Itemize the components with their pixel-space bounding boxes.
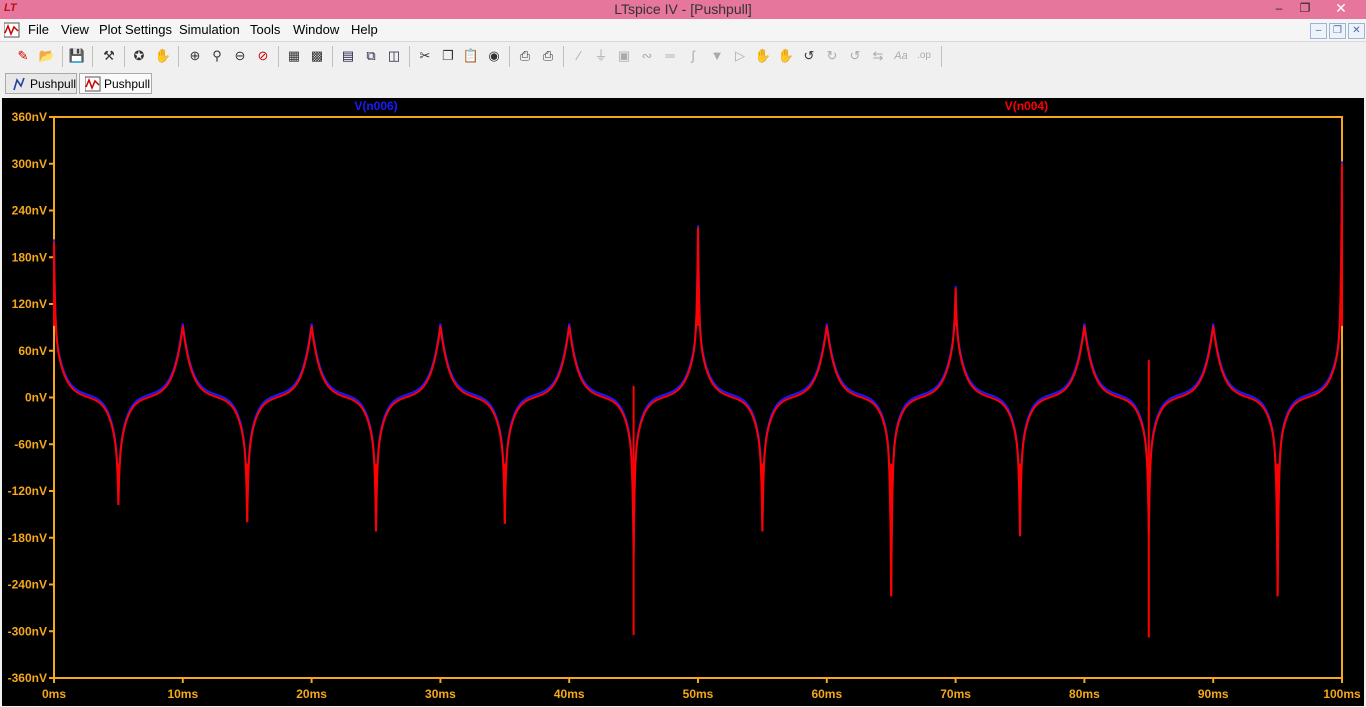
- copy-icon[interactable]: ❐: [439, 47, 457, 65]
- inductor-icon[interactable]: ∫: [684, 47, 702, 65]
- y-tick-label: -60nV: [14, 437, 47, 451]
- y-tick-label: 120nV: [12, 297, 47, 311]
- toolbar: ✎ 📂 💾 ⚒ ✪ ✋ ⊕ ⚲ ⊖ ⊘ ▦ ▩ ▤ ⧉ ◫ ✂ ❐ 📋 ◉ ⎙ …: [0, 41, 1366, 72]
- cut-icon[interactable]: ✂: [416, 47, 434, 65]
- title-bar: LT LTspice IV - [Pushpull] – ❐ ✕: [0, 0, 1366, 19]
- save-icon[interactable]: 💾: [68, 47, 86, 65]
- print-setup-icon[interactable]: ⎙: [516, 47, 534, 65]
- waveform-icon: [85, 76, 101, 92]
- redo-icon[interactable]: ↻: [823, 47, 841, 65]
- y-tick-label: -360nV: [8, 671, 47, 685]
- autorange-icon[interactable]: ▦: [285, 47, 303, 65]
- spice-directive-icon[interactable]: .op: [915, 47, 933, 65]
- x-tick-label: 50ms: [683, 687, 714, 701]
- document-tab-bar: Pushpull Pushpull: [0, 71, 1366, 96]
- y-tick-label: -180nV: [8, 531, 47, 545]
- y-tick-label: 360nV: [12, 110, 47, 124]
- menu-help[interactable]: Help: [351, 22, 378, 37]
- control-panel-icon[interactable]: ⚒: [100, 47, 118, 65]
- mdi-minimize-button[interactable]: –: [1310, 23, 1327, 39]
- open-folder-icon[interactable]: 📂: [38, 47, 56, 65]
- zoom-full-icon[interactable]: ⊘: [254, 47, 272, 65]
- cascade-icon[interactable]: ⧉: [362, 47, 380, 65]
- x-tick-label: 70ms: [940, 687, 971, 701]
- rotate-icon[interactable]: ↺: [846, 47, 864, 65]
- resistor-icon[interactable]: ∾: [638, 47, 656, 65]
- menu-view[interactable]: View: [61, 22, 89, 37]
- paste-icon[interactable]: 📋: [462, 47, 480, 65]
- zoom-area-icon[interactable]: ⚲: [208, 47, 226, 65]
- x-tick-label: 30ms: [425, 687, 456, 701]
- tab-waveform-pushpull[interactable]: Pushpull: [79, 73, 152, 94]
- y-tick-label: 240nV: [12, 204, 47, 218]
- menu-simulation[interactable]: Simulation: [179, 22, 240, 37]
- waveform-window-icon[interactable]: [4, 22, 20, 38]
- find-icon[interactable]: ◉: [485, 47, 503, 65]
- mdi-restore-button[interactable]: ❐: [1329, 23, 1346, 39]
- schematic-icon: [13, 77, 25, 91]
- mdi-close-button[interactable]: ✕: [1348, 23, 1365, 39]
- x-tick-label: 60ms: [811, 687, 842, 701]
- diode-icon[interactable]: ▼: [708, 47, 726, 65]
- x-tick-label: 90ms: [1198, 687, 1229, 701]
- zoom-in-icon[interactable]: ⊕: [186, 47, 204, 65]
- x-tick-label: 0ms: [42, 687, 66, 701]
- tab-schematic-pushpull[interactable]: Pushpull: [5, 73, 77, 94]
- y-tick-label: -300nV: [8, 624, 47, 638]
- menu-window[interactable]: Window: [293, 22, 339, 37]
- drag-icon[interactable]: ✋: [777, 47, 795, 65]
- tile-horizontal-icon[interactable]: ▤: [339, 47, 357, 65]
- y-tick-label: 180nV: [12, 250, 47, 264]
- y-tick-label: 300nV: [12, 157, 47, 171]
- y-tick-label: -120nV: [8, 484, 47, 498]
- text-icon[interactable]: Aa: [892, 47, 910, 65]
- mirror-icon[interactable]: ⇆: [869, 47, 887, 65]
- capacitor-icon[interactable]: ═: [661, 47, 679, 65]
- halt-icon[interactable]: ✋: [154, 47, 172, 65]
- waveform-chart[interactable]: 360nV 300nV 240nV 180nV 120nV 60nV 0nV -60nV -12…: [2, 98, 1364, 706]
- print-icon[interactable]: ⎙: [539, 47, 557, 65]
- move-icon[interactable]: ✋: [754, 47, 772, 65]
- menu-file[interactable]: File: [28, 22, 49, 37]
- zoom-out-icon[interactable]: ⊖: [231, 47, 249, 65]
- x-tick-label: 100ms: [1323, 687, 1361, 701]
- label-net-icon[interactable]: ▣: [615, 47, 633, 65]
- y-tick-label: -240nV: [8, 578, 47, 592]
- window-title: LTspice IV - [Pushpull]: [614, 1, 752, 17]
- trace-label-vn004[interactable]: V(n004): [1005, 99, 1048, 113]
- ground-icon[interactable]: ⏚: [592, 47, 610, 65]
- component-icon[interactable]: ▷: [731, 47, 749, 65]
- menu-bar: File View Plot Settings Simulation Tools…: [0, 19, 1366, 41]
- draw-wire-icon[interactable]: ∕: [570, 47, 588, 65]
- grid-icon[interactable]: ▩: [308, 47, 326, 65]
- y-tick-label: 60nV: [18, 344, 47, 358]
- restore-button[interactable]: ❐: [1292, 0, 1318, 17]
- x-tick-label: 40ms: [554, 687, 585, 701]
- waveform-plot[interactable]: 360nV 300nV 240nV 180nV 120nV 60nV 0nV -60nV -12…: [2, 98, 1364, 706]
- menu-plot-settings[interactable]: Plot Settings: [99, 22, 172, 37]
- close-button[interactable]: ✕: [1318, 0, 1364, 17]
- menu-tools[interactable]: Tools: [250, 22, 280, 37]
- x-tick-label: 10ms: [167, 687, 198, 701]
- x-tick-label: 80ms: [1069, 687, 1100, 701]
- trace-label-vn006[interactable]: V(n006): [354, 99, 397, 113]
- y-tick-label: 0nV: [25, 391, 47, 405]
- minimize-button[interactable]: –: [1266, 0, 1292, 17]
- undo-icon[interactable]: ↺: [800, 47, 818, 65]
- x-tick-label: 20ms: [296, 687, 327, 701]
- run-icon[interactable]: ✪: [130, 47, 148, 65]
- tab-label: Pushpull: [104, 77, 151, 91]
- tile-vertical-icon[interactable]: ◫: [385, 47, 403, 65]
- new-schematic-icon[interactable]: ✎: [14, 47, 32, 65]
- tab-label: Pushpull: [30, 77, 77, 91]
